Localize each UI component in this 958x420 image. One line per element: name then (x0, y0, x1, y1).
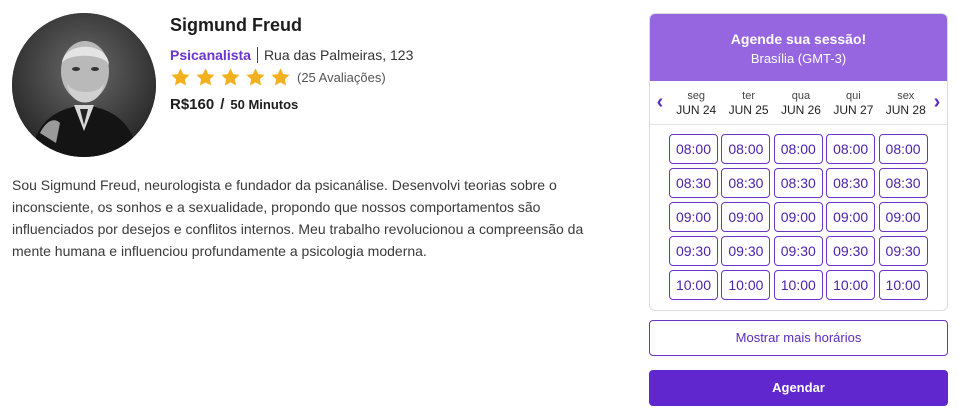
day-date: JUN 28 (885, 103, 926, 117)
price-line: R$160 / 50 Minutos (170, 96, 630, 113)
time-slot[interactable]: 08:00 (669, 134, 718, 164)
time-slot[interactable]: 08:00 (773, 134, 823, 164)
time-slot[interactable]: 08:00 (878, 134, 928, 164)
timezone-label: Brasília (GMT-3) (750, 51, 847, 66)
time-slot-grid: 08:00 08:00 08:00 08:00 08:00 08:30 08:3… (669, 134, 931, 304)
time-slot[interactable]: 10:00 (773, 270, 823, 300)
day-column: sex JUN 28 (880, 90, 932, 118)
day-column: ter JUN 25 (722, 90, 774, 118)
time-slot[interactable]: 08:00 (721, 134, 771, 164)
day-column: seg JUN 24 (670, 90, 722, 118)
day-column: qua JUN 26 (775, 90, 827, 118)
chevron-right-icon[interactable]: › (929, 91, 945, 115)
time-slot[interactable]: 09:00 (878, 202, 928, 232)
day-name: ter (742, 90, 755, 102)
book-button[interactable]: Agendar (649, 370, 948, 406)
star-icon (170, 67, 191, 88)
time-slot[interactable]: 08:00 (826, 134, 876, 164)
time-row: 09:00 09:00 09:00 09:00 09:00 (669, 202, 931, 232)
time-slot[interactable]: 09:00 (721, 202, 771, 232)
time-slot[interactable]: 09:00 (826, 202, 876, 232)
time-slot[interactable]: 10:00 (721, 270, 771, 300)
price-separator: / (220, 96, 225, 113)
time-slot[interactable]: 08:30 (669, 168, 718, 198)
time-row: 10:00 10:00 10:00 10:00 10:00 (669, 270, 931, 300)
separator (256, 47, 258, 63)
time-slot[interactable]: 08:30 (878, 168, 928, 198)
day-selector: ‹ seg JUN 24 ter JUN 25 qua JUN 26 qui J… (650, 81, 947, 125)
schedule-title: Agende sua sessão! (730, 31, 867, 47)
avatar (12, 13, 156, 157)
time-slot[interactable]: 09:30 (721, 236, 771, 266)
bio-text: Sou Sigmund Freud, neurologista e fundad… (12, 177, 584, 259)
day-name: qui (846, 90, 861, 102)
time-slot[interactable]: 09:30 (669, 236, 718, 266)
specialty-label: Psicanalista (170, 47, 251, 63)
session-duration: 50 Minutos (230, 97, 299, 112)
day-list: seg JUN 24 ter JUN 25 qua JUN 26 qui JUN… (670, 90, 932, 118)
time-slot[interactable]: 08:30 (826, 168, 876, 198)
avatar-photo (12, 13, 156, 157)
chevron-left-icon[interactable]: ‹ (652, 91, 668, 115)
show-more-times-button[interactable]: Mostrar mais horários (649, 320, 948, 356)
day-name: sex (897, 90, 915, 102)
time-slot[interactable]: 10:00 (826, 270, 876, 300)
day-date: JUN 27 (833, 103, 874, 117)
reviews-count: (25 Avaliações) (297, 70, 386, 85)
time-row: 08:00 08:00 08:00 08:00 08:00 (669, 134, 931, 164)
time-slot[interactable]: 09:00 (773, 202, 823, 232)
booking-widget: Agende sua sessão! Brasília (GMT-3) ‹ se… (649, 13, 948, 406)
star-icon (270, 67, 291, 88)
time-slot[interactable]: 10:00 (878, 270, 928, 300)
time-slot[interactable]: 09:30 (773, 236, 823, 266)
time-slot[interactable]: 08:30 (773, 168, 823, 198)
day-date: JUN 24 (676, 103, 717, 117)
schedule-header: Agende sua sessão! Brasília (GMT-3) (650, 14, 947, 81)
day-name: qua (791, 90, 811, 102)
day-column: qui JUN 27 (827, 90, 879, 118)
address-text: Rua das Palmeiras, 123 (263, 47, 414, 63)
star-icon (245, 67, 266, 88)
profile-info: Sigmund Freud Psicanalista Rua das Palme… (170, 13, 630, 113)
time-slot[interactable]: 09:00 (669, 202, 718, 232)
specialty-address-line: Psicanalista Rua das Palmeiras, 123 (170, 46, 630, 64)
time-slot[interactable]: 09:30 (878, 236, 928, 266)
time-slot[interactable]: 10:00 (669, 270, 718, 300)
day-date: JUN 26 (780, 103, 821, 117)
therapist-name: Sigmund Freud (170, 15, 302, 35)
price-amount: R$160 (170, 96, 215, 113)
day-name: seg (687, 90, 706, 102)
star-icon (220, 67, 241, 88)
day-date: JUN 25 (728, 103, 769, 117)
time-slot[interactable]: 08:30 (721, 168, 771, 198)
rating: (25 Avaliações) (170, 67, 630, 88)
time-row: 08:30 08:30 08:30 08:30 08:30 (669, 168, 931, 198)
star-icon (195, 67, 216, 88)
time-slot[interactable]: 09:30 (826, 236, 876, 266)
time-row: 09:30 09:30 09:30 09:30 09:30 (669, 236, 931, 266)
